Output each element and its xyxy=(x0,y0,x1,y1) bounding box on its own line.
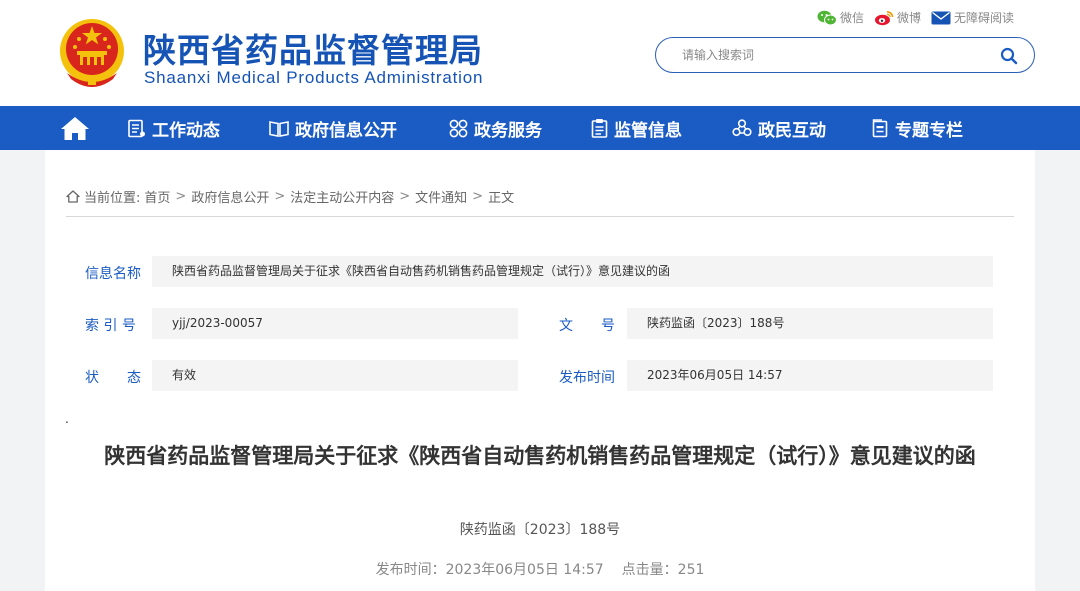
publish-date-value: 2023年06月05日 14:57 xyxy=(627,360,993,391)
article-title: 陕西省药品监督管理局关于征求《陕西省自动售药机销售药品管理规定（试行）》意见建议… xyxy=(104,444,976,468)
site-subtitle: Shaanxi Medical Products Administration xyxy=(144,68,484,87)
weibo-icon xyxy=(874,10,894,25)
nav-item-label: 工作动态 xyxy=(152,120,220,141)
accessibility-link[interactable]: 无障碍阅读 xyxy=(931,9,1014,26)
grid-circles-icon xyxy=(449,119,468,137)
search-icon[interactable] xyxy=(1000,47,1018,65)
article-info: 发布时间：2023年06月05日 14:57 点击量：251 xyxy=(45,559,1035,579)
status-label: 状 态 xyxy=(85,370,141,386)
interaction-icon xyxy=(732,118,752,136)
status-value: 有效 xyxy=(152,360,518,391)
wechat-icon xyxy=(817,10,837,25)
nav-item-label: 政务服务 xyxy=(474,120,542,141)
publish-time-label: 发布时间： xyxy=(375,562,446,578)
breadcrumb-current: 正文 xyxy=(488,191,515,206)
wechat-label: 微信 xyxy=(839,11,864,25)
nav-item-label: 政民互动 xyxy=(758,120,826,141)
article-doc-number: 陕药监函〔2023〕188号 xyxy=(459,522,621,538)
info-name-value: 陕西省药品监督管理局关于征求《陕西省自动售药机销售药品管理规定（试行）》意见建议… xyxy=(152,256,993,287)
nav-item-gov-info[interactable]: 政府信息公开 xyxy=(269,106,397,150)
home-small-icon xyxy=(66,190,80,203)
search-box xyxy=(655,37,1035,73)
site-title: 陕西省药品监督管理局 xyxy=(143,31,483,70)
nav-item-special-topics[interactable]: 专题专栏 xyxy=(872,106,963,150)
search-input[interactable] xyxy=(682,46,982,64)
breadcrumb-separator: > xyxy=(175,189,187,204)
index-number-label: 索 引 号 xyxy=(85,318,136,334)
breadcrumb-separator: > xyxy=(274,189,286,204)
nav-item-label: 专题专栏 xyxy=(895,120,963,141)
home-icon[interactable] xyxy=(60,115,90,141)
site-header: 陕西省药品监督管理局 Shaanxi Medical Products Admi… xyxy=(0,0,1080,106)
breadcrumb-gov-info[interactable]: 政府信息公开 xyxy=(191,187,269,206)
index-number-value: yjj/2023-00057 xyxy=(152,308,518,339)
accessibility-label: 无障碍阅读 xyxy=(953,11,1014,25)
mail-icon xyxy=(931,11,951,24)
open-book-icon xyxy=(269,120,289,137)
weibo-label: 微博 xyxy=(896,11,921,25)
breadcrumb-separator: > xyxy=(472,189,484,204)
nav-item-work-news[interactable]: 工作动态 xyxy=(127,106,220,150)
hits-label: 点击量： xyxy=(621,562,678,578)
document-number-value: 陕药监函〔2023〕188号 xyxy=(627,308,993,339)
national-emblem-icon xyxy=(60,19,124,87)
breadcrumb-prefix: 当前位置: xyxy=(84,191,141,206)
publish-time-value: 2023年06月05日 14:57 xyxy=(445,562,604,578)
article-panel: 当前位置: 首页 > 政府信息公开 > 法定主动公开内容 > 文件通知 > 正文… xyxy=(45,150,1035,591)
weibo-link[interactable]: 微博 xyxy=(874,9,921,26)
breadcrumb-separator: > xyxy=(399,189,411,204)
hits-value: 251 xyxy=(677,562,705,578)
publish-date-label: 发布时间 xyxy=(559,370,615,386)
document-list-icon xyxy=(128,119,145,137)
breadcrumb-home[interactable]: 首页 xyxy=(144,187,170,206)
nav-item-gov-services[interactable]: 政务服务 xyxy=(449,106,542,150)
clipboard-icon xyxy=(591,119,608,138)
nav-item-supervision[interactable]: 监管信息 xyxy=(591,106,682,150)
stray-mark: . xyxy=(65,412,69,426)
top-links: 微信 微博 无障碍阅读 xyxy=(817,9,1014,26)
nav-item-label: 监管信息 xyxy=(614,120,682,141)
breadcrumb-divider xyxy=(66,216,1014,217)
wechat-link[interactable]: 微信 xyxy=(817,9,864,26)
document-number-label: 文 号 xyxy=(559,318,615,334)
folder-icon xyxy=(872,118,888,137)
breadcrumb: 当前位置: 首页 > 政府信息公开 > 法定主动公开内容 > 文件通知 > 正文 xyxy=(66,187,514,206)
breadcrumb-notices[interactable]: 文件通知 xyxy=(415,187,467,206)
main-nav: 工作动态 政府信息公开 政务服务 监管信息 政民互动 专题专栏 xyxy=(0,106,1080,150)
info-name-label: 信息名称 xyxy=(85,266,141,282)
nav-item-label: 政府信息公开 xyxy=(295,120,397,141)
breadcrumb-statutory[interactable]: 法定主动公开内容 xyxy=(290,187,394,206)
nav-item-interaction[interactable]: 政民互动 xyxy=(732,106,826,150)
